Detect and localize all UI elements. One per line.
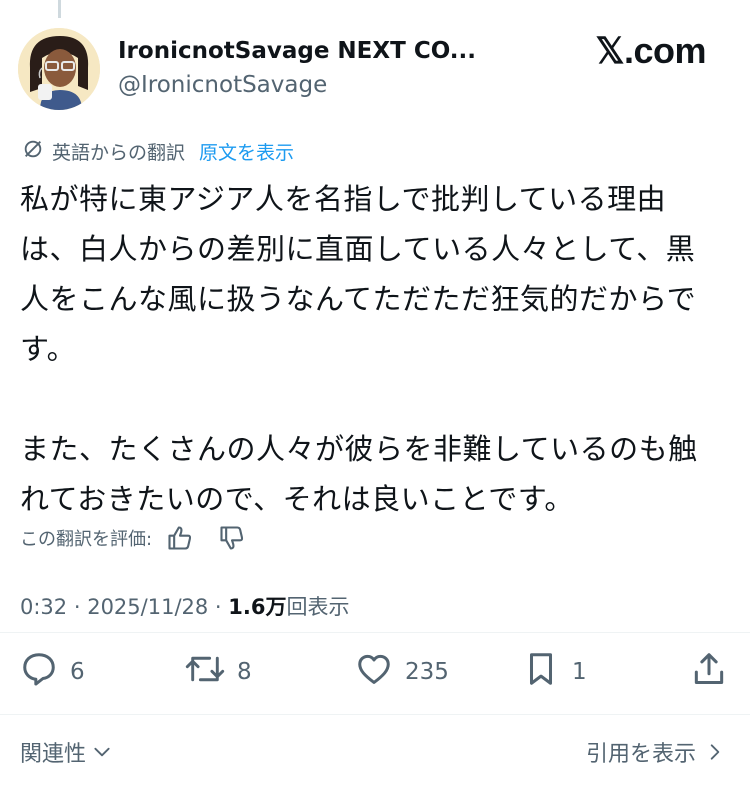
related-label: 関連性	[20, 742, 87, 767]
share-icon	[690, 650, 740, 694]
bookmark-button[interactable]: 1	[522, 650, 587, 694]
meta-separator-2: ·	[208, 595, 229, 619]
meta-separator: ·	[67, 595, 88, 619]
tweet-text: 私が特に東アジア人を名指しで批判している理由は、白人からの差別に直面している人々…	[20, 182, 698, 516]
action-bar: 6 8 235 1	[0, 650, 750, 698]
reply-button[interactable]: 6	[20, 650, 85, 694]
thread-connector-line	[58, 0, 61, 18]
divider-top	[0, 632, 750, 633]
avatar-illustration-icon	[18, 28, 100, 110]
retweet-count: 8	[237, 659, 252, 685]
rate-translation-label: この翻訳を評価:	[20, 529, 153, 550]
bookmark-count: 1	[572, 659, 587, 685]
author-display-name[interactable]: IronicnotSavage NEXT CO...	[118, 38, 476, 64]
like-button[interactable]: 235	[355, 650, 449, 694]
rate-translation-row: この翻訳を評価:	[20, 524, 270, 552]
chevron-right-icon	[706, 742, 724, 762]
tweet-date[interactable]: 2025/11/28	[87, 595, 208, 619]
author-handle[interactable]: @IronicnotSavage	[118, 72, 327, 98]
translation-bar: 英語からの翻訳 原文を表示	[22, 138, 294, 165]
tweet-time[interactable]: 0:32	[20, 595, 67, 619]
retweet-button[interactable]: 8	[185, 650, 252, 694]
share-button[interactable]	[690, 650, 740, 694]
like-count: 235	[405, 659, 449, 685]
translate-icon	[22, 138, 52, 165]
thumbs-up-icon[interactable]	[166, 524, 194, 552]
bookmark-icon	[522, 650, 572, 694]
divider-bottom	[0, 714, 750, 715]
tweet-meta: 0:32 · 2025/11/28 · 1.6万回表示	[20, 591, 349, 621]
show-original-link[interactable]: 原文を表示	[199, 138, 294, 165]
views-label: 回表示	[286, 595, 350, 619]
chevron-down-icon	[92, 742, 112, 762]
views-count: 1.6万	[228, 595, 287, 619]
thumbs-down-icon[interactable]	[218, 524, 246, 552]
retweet-icon	[185, 650, 237, 694]
view-quotes-label: 引用を表示	[585, 742, 696, 767]
view-quotes-button[interactable]: 引用を表示	[586, 736, 724, 768]
avatar[interactable]	[18, 28, 100, 110]
translated-from-label: 英語からの翻訳	[52, 142, 186, 164]
x-com-logo: 𝕏.com	[595, 30, 706, 71]
reply-icon	[20, 650, 70, 694]
reply-count: 6	[70, 659, 85, 685]
heart-icon	[355, 650, 405, 694]
related-sort-button[interactable]: 関連性	[20, 736, 112, 768]
